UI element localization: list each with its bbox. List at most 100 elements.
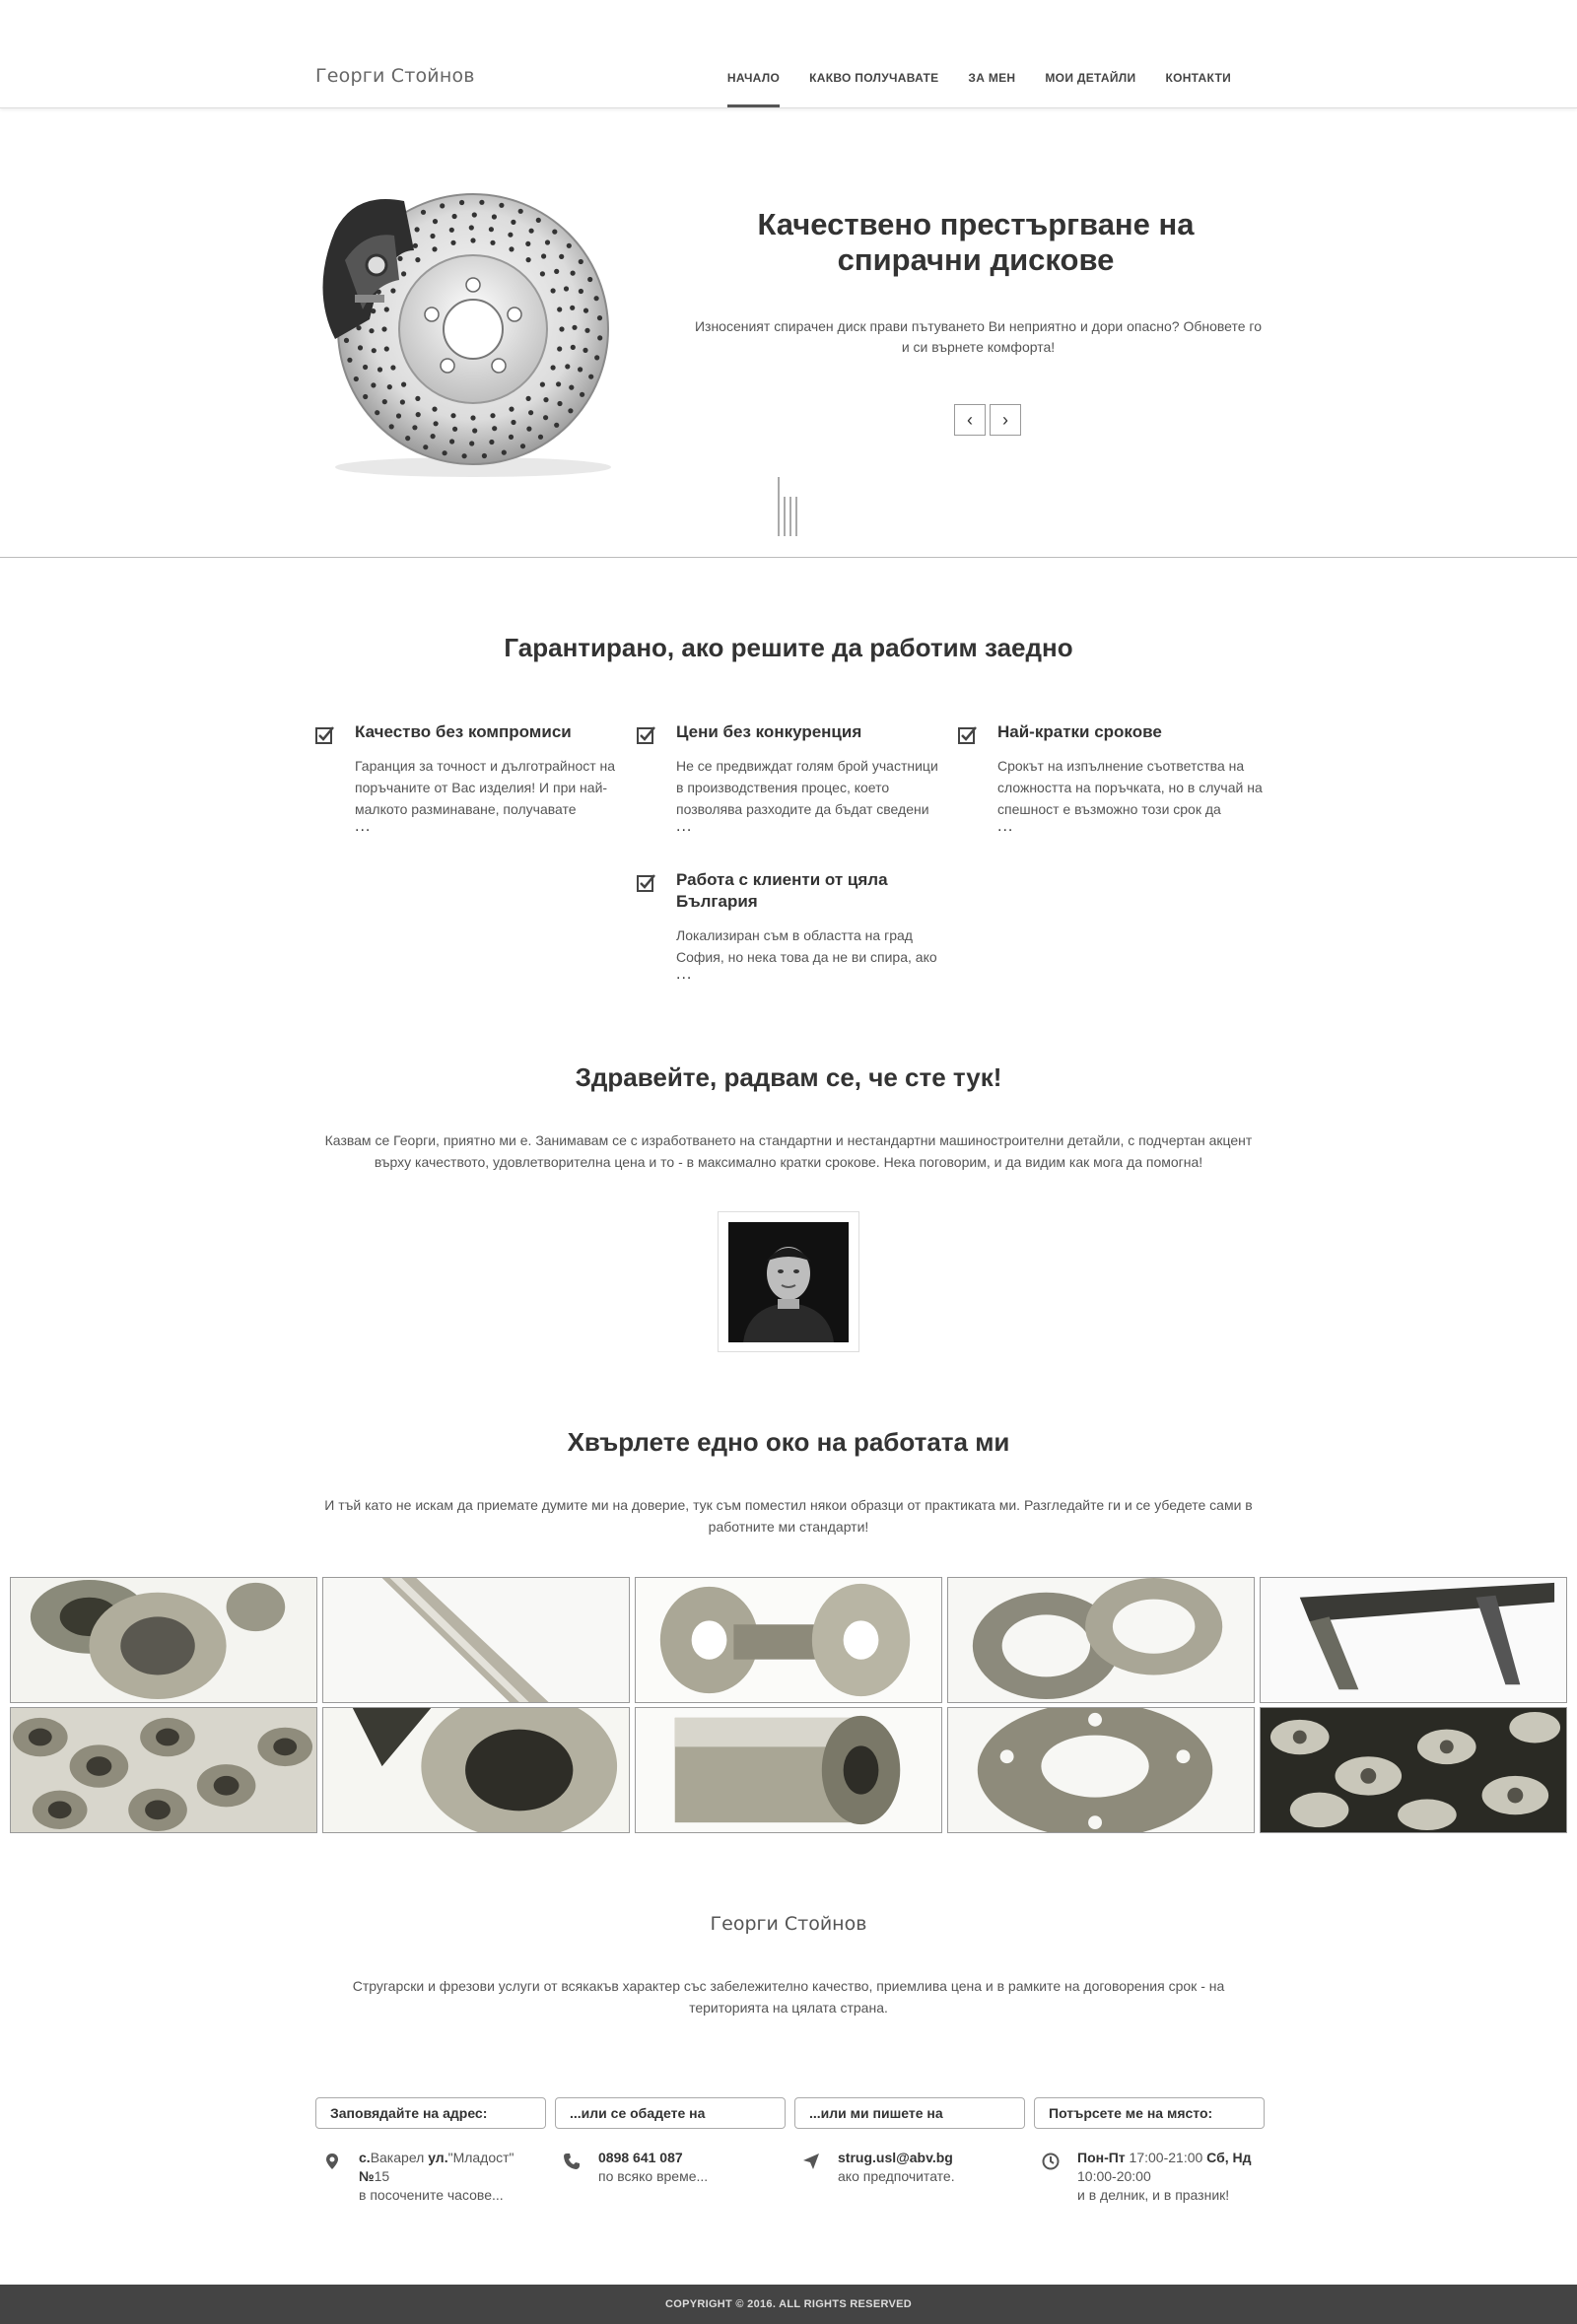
hours-weekdays: Пон-Пт xyxy=(1077,2150,1126,2165)
disc-hole xyxy=(508,232,514,238)
disc-hole xyxy=(479,199,485,205)
gallery-item-flanges[interactable] xyxy=(635,1577,942,1703)
disc-hole xyxy=(381,326,387,332)
disc-hole xyxy=(468,225,474,231)
disc-hole xyxy=(501,449,507,455)
disc-hole xyxy=(343,337,350,343)
disc-hole xyxy=(490,413,496,419)
disc-hole xyxy=(375,410,380,416)
guarantee-title: Гарантирано, ако решите да работим заедн… xyxy=(504,633,1073,662)
disc-hole xyxy=(449,439,455,444)
nav-about[interactable]: ЗА МЕН xyxy=(953,71,1030,85)
scroll-down-indicator[interactable] xyxy=(777,477,800,538)
phone-note: по всяко време... xyxy=(598,2168,709,2184)
read-more-link[interactable]: ... xyxy=(676,966,692,984)
disc-hole xyxy=(578,258,583,265)
tab-address[interactable]: Заповядайте на адрес: xyxy=(315,2097,546,2129)
work-title: Хвърлете едно око на работата ми xyxy=(567,1427,1010,1457)
disc-hole xyxy=(584,327,590,333)
disc-hole xyxy=(566,242,572,248)
clock-icon xyxy=(1042,2153,1060,2170)
disc-hole xyxy=(556,381,562,387)
disc-hole xyxy=(415,257,421,263)
phone-icon xyxy=(564,2153,580,2169)
gallery-item-profiles[interactable] xyxy=(1260,1577,1567,1703)
hours-note: и в делник, и в празник! xyxy=(1077,2187,1230,2203)
tab-location[interactable]: Потърсете ме на място: xyxy=(1034,2097,1265,2129)
address-village: Вакарел xyxy=(370,2150,425,2165)
disc-hole xyxy=(381,399,387,405)
footer-logo[interactable]: Георги Стойнов xyxy=(0,1913,1577,1935)
site-logo[interactable]: Георги Стойнов xyxy=(315,65,475,87)
disc-hole xyxy=(587,276,593,283)
disc-hole xyxy=(363,364,369,371)
disc-hole xyxy=(363,393,369,400)
disc-hole xyxy=(509,246,514,252)
tab-phone[interactable]: ...или се обадете на xyxy=(555,2097,786,2129)
site-header: Георги Стойнов НАЧАЛО КАКВО ПОЛУЧАВАТЕ З… xyxy=(0,0,1577,108)
disc-hole xyxy=(557,400,563,407)
nav-contacts[interactable]: КОНТАКТИ xyxy=(1150,71,1246,85)
disc-hole xyxy=(511,419,516,426)
copyright-bar: COPYRIGHT © 2016. ALL RIGHTS RESERVED xyxy=(0,2285,1577,2324)
hero-text: Износеният спирачен диск прави пътуванет… xyxy=(694,318,1263,355)
disc-hole xyxy=(569,384,575,390)
slider-next-button[interactable]: › xyxy=(990,404,1021,436)
disc-hole xyxy=(550,288,556,294)
gallery-item-shaft[interactable] xyxy=(322,1577,630,1703)
disc-hole xyxy=(539,271,545,277)
address-num-prefix: № xyxy=(359,2168,375,2184)
disc-hole xyxy=(489,439,495,445)
disc-hole xyxy=(452,426,458,432)
work-text: И тъй като не искам да приемате думите м… xyxy=(324,1497,1253,1535)
footer-text: Стругарски и фрезови услуги от всякакъв … xyxy=(352,1978,1225,2016)
checkbox-checked-icon xyxy=(958,726,977,744)
disc-hole xyxy=(491,214,497,220)
disc-hole xyxy=(539,381,545,387)
disc-hole xyxy=(432,246,438,252)
disc-hole xyxy=(461,453,467,459)
disc-hole xyxy=(594,355,600,361)
read-more-link[interactable]: ... xyxy=(997,818,1013,836)
address-prefix: с. xyxy=(359,2150,371,2165)
disc-hole xyxy=(383,346,389,352)
read-more-link[interactable]: ... xyxy=(676,818,692,836)
nav-benefits[interactable]: КАКВО ПОЛУЧАВАТЕ xyxy=(794,71,953,85)
phone-number[interactable]: 0898 641 087 xyxy=(598,2150,683,2165)
disc-hole xyxy=(593,296,599,302)
disc-hole xyxy=(371,382,377,388)
send-icon xyxy=(803,2153,819,2169)
tab-email[interactable]: ...или ми пишете на xyxy=(794,2097,1025,2129)
brake-disc-image xyxy=(322,193,611,477)
gallery-item-fittings[interactable] xyxy=(1260,1707,1567,1833)
read-more-link[interactable]: ... xyxy=(355,818,371,836)
disc-hole xyxy=(397,255,403,261)
gallery-item-housing[interactable] xyxy=(322,1707,630,1833)
disc-hole xyxy=(519,444,526,449)
disc-hole xyxy=(492,426,498,432)
disc-hole xyxy=(517,208,523,214)
gallery-item-cylinder[interactable] xyxy=(635,1707,942,1833)
disc-hole xyxy=(405,436,411,442)
disc-hole xyxy=(583,308,589,313)
disc-hole xyxy=(525,240,531,246)
disc-hole xyxy=(412,425,418,431)
nav-home[interactable]: НАЧАЛО xyxy=(713,71,794,107)
gallery-item-split-rings[interactable] xyxy=(947,1577,1255,1703)
disc-hole xyxy=(395,413,402,419)
nav-my-parts[interactable]: МОИ ДЕТАЙЛИ xyxy=(1030,71,1150,85)
slider-prev-button[interactable]: ‹ xyxy=(954,404,986,436)
disc-hole xyxy=(450,413,456,419)
disc-hole xyxy=(528,228,534,234)
disc-hole xyxy=(414,227,420,233)
disc-hole xyxy=(481,452,487,459)
gallery-item-tubes[interactable] xyxy=(10,1707,317,1833)
disc-hole xyxy=(412,242,418,248)
gallery-item-disc-flange[interactable] xyxy=(947,1707,1255,1833)
email-address[interactable]: strug.usl@abv.bg xyxy=(838,2150,953,2165)
disc-hole xyxy=(535,217,541,223)
disc-hole xyxy=(451,213,457,220)
disc-hole xyxy=(347,357,353,363)
gallery-item-bushings[interactable] xyxy=(10,1577,317,1703)
disc-hole xyxy=(433,421,439,427)
